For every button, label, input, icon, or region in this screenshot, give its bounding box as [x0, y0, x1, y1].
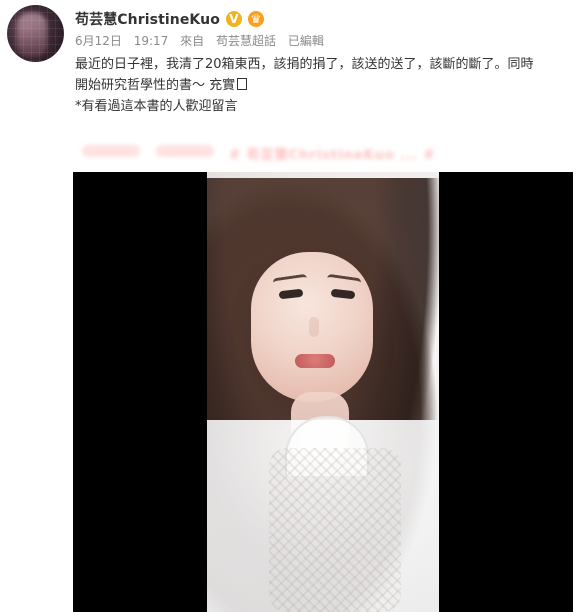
crown-badge-icon: ♛	[247, 11, 264, 27]
square-icon	[237, 78, 248, 90]
post-text: 最近的日子裡，我清了20箱東西，該捐的捐了，該送的送了，該斷的斷了。同時 開始研…	[75, 54, 577, 117]
avatar[interactable]	[7, 5, 64, 62]
video-lips	[295, 354, 335, 368]
post-text-line-1: 最近的日子裡，我清了20箱東西，該捐的捐了，該送的送了，該斷的斷了。同時	[75, 57, 534, 72]
post-source-prefix: 來自	[180, 34, 205, 48]
blurred-topic-line: # 苟芸慧ChristineKuo ... #	[82, 144, 492, 163]
post-text-line-2-text: 開始研究哲學性的書～ 充實	[75, 78, 236, 93]
blur-pill-1	[82, 145, 140, 157]
video-player[interactable]	[73, 172, 573, 612]
video-lace-panel	[269, 448, 401, 612]
verified-badge-icon: V	[225, 11, 242, 27]
blurred-topic-text: # 苟芸慧ChristineKuo ... #	[229, 148, 436, 163]
post-text-line-3: *有看過這本書的人歡迎留言	[75, 99, 238, 114]
username[interactable]: 苟芸慧ChristineKuo	[75, 9, 220, 29]
post-meta: 6月12日 19:17 來自 苟芸慧超話 已編輯	[75, 32, 332, 49]
post-date: 6月12日	[75, 34, 122, 48]
post-time: 19:17	[133, 34, 169, 48]
post-source-name[interactable]: 苟芸慧超話	[216, 32, 276, 49]
post-text-line-2: 開始研究哲學性的書～ 充實	[75, 75, 577, 96]
post-header: 苟芸慧ChristineKuo V ♛	[75, 8, 264, 30]
blur-pill-2	[155, 145, 214, 157]
post-edited: 已編輯	[287, 34, 324, 48]
video-nose	[309, 317, 319, 337]
video-frame	[207, 172, 439, 612]
